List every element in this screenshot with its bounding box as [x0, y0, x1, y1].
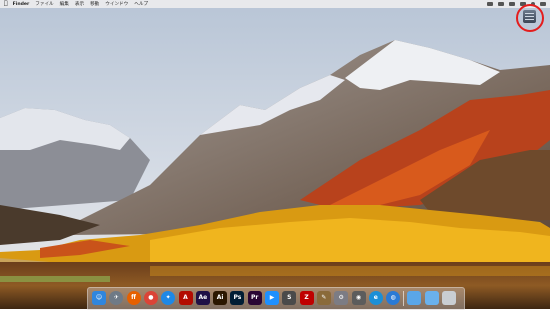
- safari-icon[interactable]: ✦: [161, 291, 176, 305]
- system-prefs-glyph: ⚙: [338, 294, 344, 301]
- volume-icon[interactable]: [498, 2, 504, 6]
- menu-view[interactable]: 表示: [75, 1, 84, 7]
- illustrator-icon[interactable]: Ai: [213, 291, 228, 305]
- system-preferences-icon[interactable]: ⚙: [334, 291, 349, 305]
- app-store-glyph: ▶: [269, 294, 275, 301]
- script-editor-icon[interactable]: ✎: [316, 291, 331, 305]
- safari-glyph: ✦: [165, 294, 171, 301]
- battery-icon[interactable]: [509, 2, 515, 6]
- menu-app-name[interactable]: Finder: [13, 2, 30, 7]
- filezilla-icon[interactable]: Z: [299, 291, 314, 305]
- folder-icon[interactable]: [424, 291, 439, 305]
- menu-help[interactable]: ヘルプ: [134, 1, 148, 7]
- menu-file[interactable]: ファイル: [35, 1, 53, 7]
- filezilla-glyph: Z: [304, 294, 309, 301]
- edge-icon[interactable]: e: [368, 291, 383, 305]
- network-glyph: ◍: [390, 294, 396, 301]
- illustrator-glyph: Ai: [216, 294, 224, 301]
- chrome-icon[interactable]: ●: [143, 291, 158, 305]
- chrome-glyph: ●: [148, 294, 154, 301]
- app-store-icon[interactable]: ▶: [265, 291, 279, 305]
- sublime-text-icon[interactable]: S: [282, 291, 297, 305]
- menu-go[interactable]: 移動: [90, 1, 99, 7]
- folder-icon[interactable]: [407, 291, 422, 305]
- apple-icon[interactable]: : [4, 0, 8, 8]
- disk-utility-icon[interactable]: ◉: [351, 291, 366, 305]
- globe-icon[interactable]: ◍: [386, 291, 401, 305]
- edge-glyph: e: [373, 294, 378, 301]
- firefox-icon[interactable]: ﬀ: [126, 291, 141, 305]
- launchpad-glyph: ✈: [113, 294, 119, 301]
- dock: ☺ ✈ ﬀ ● ✦ A Ae Ai Ps Pr ▶ S Z ✎ ⚙ ◉ e ◍: [87, 287, 465, 310]
- disk-utility-glyph: ◉: [355, 294, 362, 301]
- firefox-glyph: ﬀ: [131, 294, 137, 301]
- launchpad-icon[interactable]: ✈: [109, 291, 124, 305]
- trash-icon[interactable]: [442, 291, 456, 305]
- finder-icon[interactable]: ☺: [92, 291, 106, 305]
- sublime-glyph: S: [287, 294, 292, 301]
- hard-drive-desktop-icon[interactable]: [516, 4, 544, 32]
- dock-separator: [403, 291, 405, 306]
- photoshop-icon[interactable]: Ps: [230, 291, 245, 305]
- acrobat-icon[interactable]: A: [178, 291, 193, 305]
- menu-window[interactable]: ウインドウ: [105, 1, 128, 7]
- wallpaper: [0, 0, 550, 309]
- finder-glyph: ☺: [95, 294, 103, 301]
- menu-bar:  Finder ファイル 編集 表示 移動 ウインドウ ヘルプ: [0, 0, 550, 8]
- acrobat-glyph: A: [183, 294, 188, 301]
- hard-drive-icon[interactable]: [523, 10, 536, 23]
- after-effects-glyph: Ae: [198, 294, 208, 301]
- after-effects-icon[interactable]: Ae: [195, 291, 210, 305]
- premiere-glyph: Pr: [251, 294, 259, 301]
- photoshop-glyph: Ps: [233, 294, 242, 301]
- menu-edit[interactable]: 編集: [60, 1, 69, 7]
- script-editor-glyph: ✎: [321, 294, 327, 301]
- premiere-icon[interactable]: Pr: [247, 291, 262, 305]
- wifi-icon[interactable]: [487, 2, 493, 6]
- desktop: [0, 0, 550, 309]
